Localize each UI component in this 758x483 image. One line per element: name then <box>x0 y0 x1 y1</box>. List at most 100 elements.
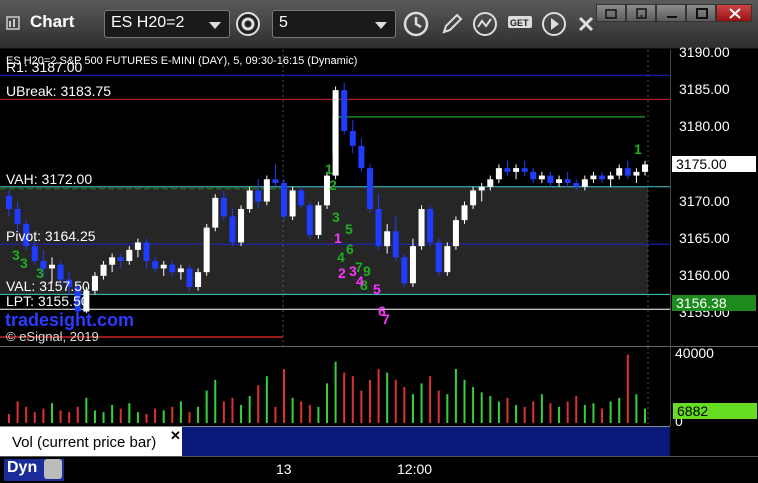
volume-bar <box>85 397 88 423</box>
svg-text:GET: GET <box>510 18 529 28</box>
time-axis[interactable]: Dyn 13 12:00 <box>0 456 758 483</box>
study-icon[interactable] <box>472 10 500 38</box>
symbol-selector[interactable]: ES H20=2 <box>104 10 230 38</box>
volume-bar <box>154 408 157 423</box>
volume-bar <box>257 385 260 423</box>
interval-selector[interactable]: 5 <box>272 10 396 38</box>
candle-body <box>341 90 348 131</box>
mode-label: Dyn <box>7 459 38 476</box>
volume-bar <box>437 390 440 423</box>
volume-bar <box>377 369 380 423</box>
candle-body <box>556 179 563 183</box>
maximize-button[interactable] <box>686 4 716 22</box>
volume-bar <box>265 376 268 423</box>
window-close-button[interactable] <box>716 4 752 22</box>
volume-legend[interactable]: Vol (current price bar) ✕ <box>0 426 670 457</box>
volume-bar <box>540 394 543 423</box>
volume-tag: 6882 <box>673 403 757 419</box>
copyright: © eSignal, 2019 <box>6 329 99 344</box>
candle-body <box>461 205 468 221</box>
chart-window-icon <box>6 16 20 30</box>
volume-bar <box>136 412 139 423</box>
price-panel[interactable]: 12345678933312345671 ES H20=2 S&P 500 FU… <box>0 50 670 346</box>
candle-body <box>177 268 184 273</box>
minimize-button[interactable] <box>656 4 686 22</box>
candle-body <box>126 249 133 261</box>
volume-bar <box>25 406 28 423</box>
candle-body <box>117 257 124 261</box>
candle-body <box>186 268 193 287</box>
candle-body <box>272 179 279 183</box>
last-price-tag: 3175.00 <box>672 156 756 173</box>
candle-body <box>487 179 494 187</box>
sequence-count-magenta: 5 <box>373 281 381 297</box>
clock-icon[interactable] <box>402 10 430 38</box>
candle-body <box>281 183 288 217</box>
maximize-icon <box>696 8 708 19</box>
candle-body <box>255 190 262 202</box>
chevron-down-icon <box>209 22 221 29</box>
candle-body <box>444 246 451 273</box>
volume-bar <box>515 405 518 423</box>
candle-body <box>418 209 425 247</box>
volume-bar <box>360 390 363 423</box>
volume-bar <box>231 397 234 423</box>
candle-body <box>332 90 339 176</box>
gear-icon[interactable] <box>234 10 262 38</box>
volume-bar <box>635 394 638 423</box>
candle-body <box>57 264 64 280</box>
volume-bar <box>420 383 423 423</box>
volume-bar <box>558 406 561 423</box>
window-close-icon <box>729 8 741 19</box>
candle-body <box>504 168 511 172</box>
volume-bar <box>618 397 621 423</box>
volume-panel[interactable] <box>0 346 670 427</box>
volume-chart[interactable] <box>0 347 670 427</box>
volume-bar <box>68 412 71 423</box>
volume-bar <box>93 410 96 423</box>
close-icon[interactable]: ✕ <box>170 428 181 444</box>
volume-bar <box>50 403 53 423</box>
volume-bar <box>368 379 371 423</box>
volume-bar <box>454 369 457 423</box>
get-data-icon[interactable]: GET <box>506 10 536 38</box>
link-icon <box>605 9 617 19</box>
candle-body <box>547 175 554 183</box>
link-window-button[interactable] <box>596 4 626 22</box>
pencil-icon[interactable] <box>438 10 466 38</box>
play-icon[interactable] <box>540 10 568 38</box>
candle-body <box>530 171 537 180</box>
volume-bar <box>609 401 612 423</box>
window-title: Chart <box>30 12 75 31</box>
lock-icon[interactable] <box>44 459 62 479</box>
candle-body <box>538 175 545 180</box>
symbol-value: ES H20=2 <box>111 14 185 31</box>
candle-body <box>590 175 597 180</box>
level-label-r1: R1: 3187.00 <box>6 59 83 76</box>
volume-bar <box>592 403 595 423</box>
level-label-lpt: LPT: 3155.50 <box>6 293 89 310</box>
candle-body <box>109 257 116 265</box>
candle-body <box>298 190 305 206</box>
volume-bar <box>171 406 174 423</box>
restore-button[interactable] <box>626 4 656 22</box>
sequence-count-top: 1 <box>634 141 642 157</box>
level-label-val: VAL: 3157.50 <box>6 278 90 295</box>
volume-bar <box>119 408 122 423</box>
interval-value: 5 <box>279 14 288 31</box>
volume-bar <box>463 379 466 423</box>
volume-bar <box>394 379 397 423</box>
volume-bar <box>343 372 346 423</box>
volume-bar <box>197 406 200 423</box>
volume-tick-max: 40000 <box>675 345 714 361</box>
price-tick-label: 3165.00 <box>679 229 730 246</box>
volume-bar <box>351 376 354 423</box>
volume-bar <box>145 414 148 423</box>
candle-body <box>392 231 399 258</box>
sequence-count-green: 2 <box>329 177 337 193</box>
volume-bar <box>162 410 165 423</box>
volume-bar <box>403 387 406 423</box>
volume-bar <box>16 401 19 423</box>
candle-body <box>599 175 606 180</box>
sequence-count-green: 5 <box>345 221 353 237</box>
